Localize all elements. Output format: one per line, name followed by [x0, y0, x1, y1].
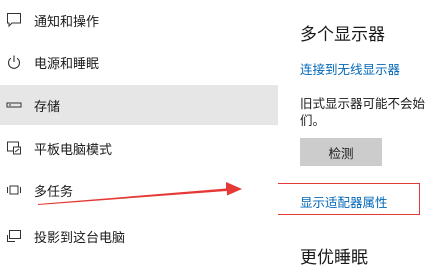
annotation-arrow [38, 182, 242, 205]
